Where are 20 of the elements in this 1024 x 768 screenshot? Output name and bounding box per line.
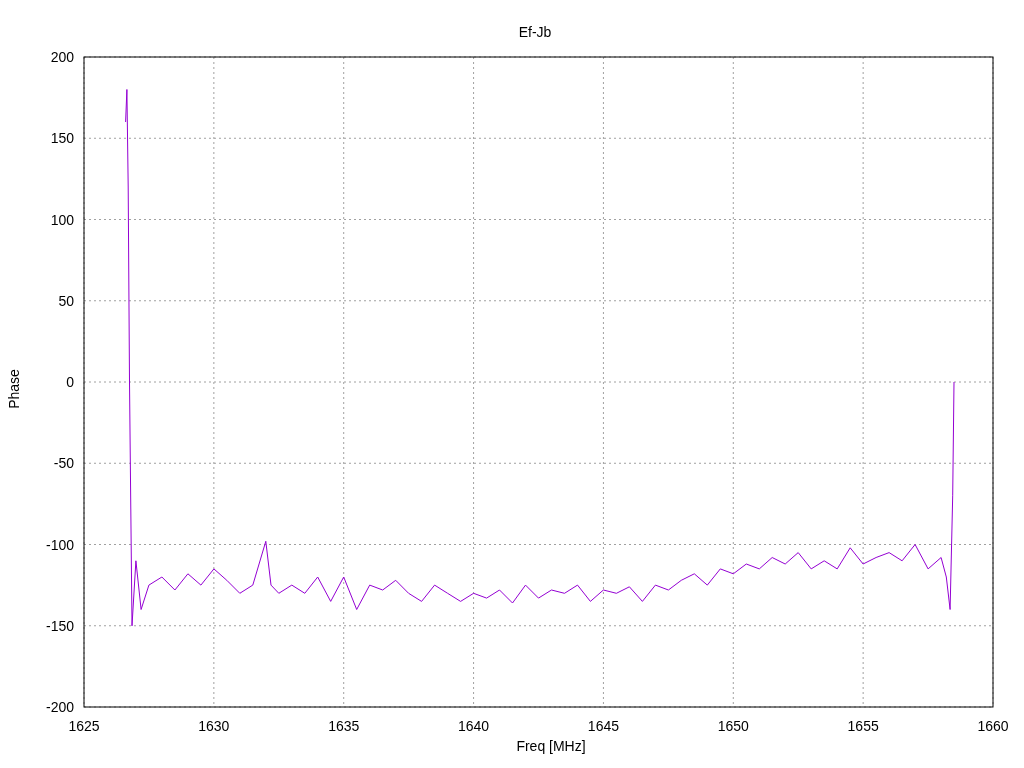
y-tick-label: 200 (50, 49, 74, 65)
y-tick-label: 0 (66, 374, 74, 390)
x-tick-label: 1635 (328, 718, 360, 734)
y-tick-label: 50 (58, 292, 74, 309)
y-axis-label: Phase (6, 369, 22, 409)
x-tick-label: 1630 (198, 718, 230, 734)
x-tick-label: 1640 (458, 718, 490, 734)
y-tick-label: 100 (50, 211, 74, 228)
y-tick-label: -50 (53, 455, 74, 472)
x-tick-label: 1660 (977, 718, 1009, 734)
y-tick-label: -100 (45, 536, 74, 553)
x-tick-label: 1625 (68, 718, 100, 734)
x-tick-label: 1650 (717, 718, 749, 734)
chart-title: Ef-Jb (518, 24, 552, 40)
y-tick-label: 150 (50, 130, 74, 147)
x-axis-label: Freq [MHz] (516, 738, 586, 754)
x-tick-label: 1645 (587, 718, 619, 734)
y-tick-label: -150 (45, 617, 74, 634)
x-tick-label: 1655 (847, 718, 879, 734)
y-tick-label: -200 (45, 699, 74, 715)
